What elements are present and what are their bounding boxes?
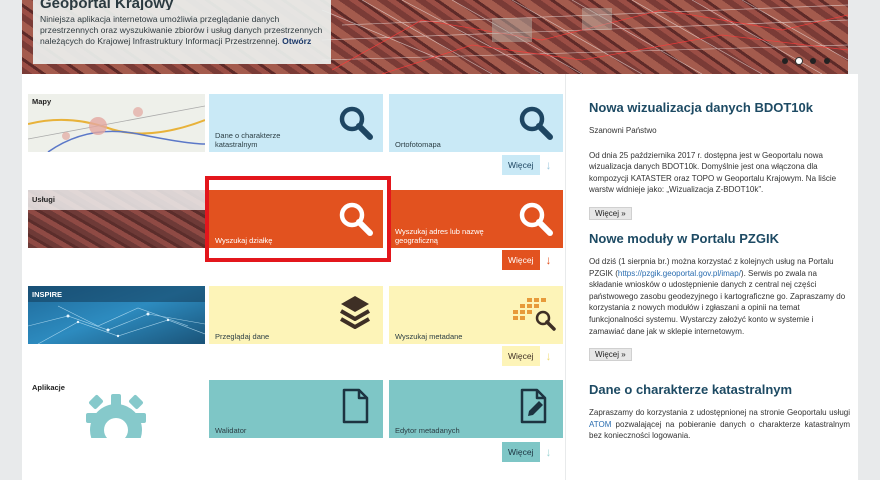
map-thumbnail-image	[28, 94, 205, 152]
more-label: Więcej	[502, 346, 540, 366]
arrow-down-icon: ↓	[545, 349, 552, 363]
news-more-button[interactable]: Więcej »	[589, 206, 632, 220]
banner-info-box: Geoportal Krajowy Niniejsza aplikacja in…	[33, 0, 331, 64]
tile-label: Walidator	[215, 426, 247, 435]
layers-icon	[340, 296, 370, 329]
category-label: Mapy	[32, 97, 52, 106]
more-label: Więcej	[502, 250, 540, 270]
tile-label: Wyszukaj adres lub nazwę geograficzną	[395, 227, 484, 245]
news-greeting: Szanowni Państwo	[589, 126, 657, 135]
tile-search-address[interactable]: Wyszukaj adres lub nazwę geograficzną	[389, 190, 563, 248]
highlight-frame	[205, 176, 391, 262]
tile-metadata-editor[interactable]: Edytor metadanych	[389, 380, 563, 438]
tile-label: Edytor metadanych	[395, 426, 460, 435]
metadata-search-icon	[513, 298, 556, 331]
category-label: Usługi	[32, 195, 55, 204]
category-label: INSPIRE	[32, 290, 63, 299]
search-icon	[519, 202, 553, 236]
pzgik-link[interactable]: https://pzgik.geoportal.gov.pl/imap/	[618, 269, 741, 278]
carousel-dot-1[interactable]	[782, 58, 788, 64]
news-text: ). Serwis po zwala na składanie wniosków…	[589, 268, 846, 336]
search-icon	[519, 106, 553, 140]
tile-validator[interactable]: Walidator	[209, 380, 383, 438]
news-title[interactable]: Nowa wizualizacja danych BDOT10k	[589, 100, 850, 115]
category-label: Aplikacje	[32, 383, 65, 392]
news-text: pozwalającej na pobieranie danych o char…	[589, 419, 850, 441]
banner-open-link[interactable]: Otwórz	[282, 36, 311, 46]
carousel-dots	[782, 58, 830, 64]
news-column: Nowa wizualizacja danych BDOT10k Szanown…	[566, 74, 858, 480]
tile-cadastral-data[interactable]: Dane o charakterze katastralnym	[209, 94, 383, 152]
search-icon	[339, 106, 373, 140]
banner-text: Niniejsza aplikacja internetowa umożliwi…	[40, 14, 323, 46]
arrow-down-icon: ↓	[545, 445, 552, 459]
news-text: Zapraszamy do korzystania z udostępnione…	[589, 408, 850, 418]
news-more-button[interactable]: Więcej »	[589, 348, 632, 362]
tile-search-metadata[interactable]: Wyszukaj metadane	[389, 286, 563, 344]
more-uslugi-button[interactable]: Więcej ↓	[502, 250, 558, 270]
news-body: Od dnia 25 października 2017 r. dostępna…	[589, 150, 837, 195]
category-aplikacje[interactable]: Aplikacje	[28, 380, 205, 438]
tile-label: Ortofotomapa	[395, 140, 441, 149]
geoportal-page: Geoportal Krajowy Niniejsza aplikacja in…	[0, 0, 880, 480]
news-body: Zapraszamy do korzystania z udostępnione…	[589, 407, 850, 442]
news-title[interactable]: Nowe moduły w Portalu PZGIK	[589, 231, 850, 246]
arrow-down-icon: ↓	[545, 158, 552, 172]
more-label: Więcej	[502, 442, 540, 462]
edit-document-icon	[520, 388, 547, 424]
category-inspire[interactable]: INSPIRE	[28, 286, 205, 344]
arrow-down-icon: ↓	[545, 253, 552, 267]
more-aplikacje-button[interactable]: Więcej ↓	[502, 442, 558, 462]
news-body: Od dziś (1 sierpnia br.) można korzystać…	[589, 256, 850, 337]
tile-label: Wyszukaj metadane	[395, 332, 463, 341]
news-spacer	[589, 74, 850, 100]
tile-label: Przeglądaj dane	[215, 332, 270, 341]
tile-panel: Mapy Dane o charakterze katastralnym Ort…	[22, 74, 565, 480]
document-icon	[342, 388, 369, 424]
atom-link[interactable]: ATOM	[589, 420, 611, 429]
tile-browse-data[interactable]: Przeglądaj dane	[209, 286, 383, 344]
banner-description: Niniejsza aplikacja internetowa umożliwi…	[40, 14, 324, 47]
more-mapy-button[interactable]: Więcej ↓	[502, 155, 558, 175]
carousel-dot-2[interactable]	[796, 58, 802, 64]
carousel-dot-3[interactable]	[810, 58, 816, 64]
more-label: Więcej	[502, 155, 540, 175]
news-title[interactable]: Dane o charakterze katastralnym	[589, 382, 850, 397]
tile-label: Dane o charakterze katastralnym	[215, 131, 281, 149]
tile-orthophoto[interactable]: Ortofotomapa	[389, 94, 563, 152]
category-mapy[interactable]: Mapy	[28, 94, 205, 152]
hero-banner: Geoportal Krajowy Niniejsza aplikacja in…	[22, 0, 848, 74]
banner-title: Geoportal Krajowy	[40, 0, 174, 10]
more-inspire-button[interactable]: Więcej ↓	[502, 346, 558, 366]
carousel-dot-4[interactable]	[824, 58, 830, 64]
category-uslugi[interactable]: Usługi	[28, 190, 205, 248]
